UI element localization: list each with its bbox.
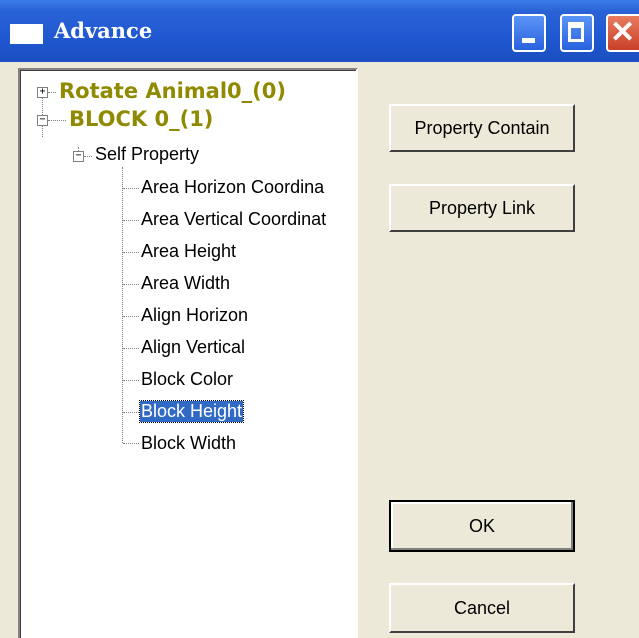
- tree-leaf-area-width[interactable]: Area Width: [141, 273, 230, 294]
- property-link-button[interactable]: Property Link: [389, 184, 575, 232]
- tree-leaf-block-width[interactable]: Block Width: [141, 433, 236, 454]
- tree-connector: [123, 220, 139, 221]
- property-contain-button[interactable]: Property Contain: [389, 104, 575, 152]
- tree-connector: [123, 348, 139, 349]
- tree-connector: [123, 316, 139, 317]
- maximize-icon: [568, 22, 584, 42]
- minimize-button[interactable]: [512, 14, 546, 52]
- tree-connector: [48, 92, 56, 93]
- collapse-icon[interactable]: −: [73, 151, 84, 162]
- window-title: Advance: [54, 18, 153, 43]
- tree-connector: [123, 443, 139, 444]
- tree-connector: [122, 167, 123, 443]
- title-bar[interactable]: Advance ✕: [0, 0, 639, 62]
- property-tree[interactable]: + Rotate Animal0_(0) − BLOCK 0_(1) − Sel…: [18, 68, 358, 638]
- ok-button[interactable]: OK: [389, 500, 575, 552]
- tree-root-rotate-animal[interactable]: Rotate Animal0_(0): [59, 79, 286, 103]
- tree-leaf-area-vertical-coordinate[interactable]: Area Vertical Coordinat: [141, 209, 326, 230]
- close-icon: ✕: [610, 16, 636, 49]
- tree-leaf-align-horizon[interactable]: Align Horizon: [141, 305, 248, 326]
- tree-connector: [123, 188, 139, 189]
- tree-leaf-area-horizon-coordinate[interactable]: Area Horizon Coordina: [141, 177, 324, 198]
- tree-leaf-area-height[interactable]: Area Height: [141, 241, 236, 262]
- tree-connector: [84, 156, 92, 157]
- minimize-icon: [522, 38, 535, 43]
- tree-connector: [123, 252, 139, 253]
- close-button[interactable]: ✕: [606, 14, 639, 52]
- tree-leaf-block-height[interactable]: Block Height: [138, 400, 245, 423]
- tree-root-block[interactable]: BLOCK 0_(1): [69, 107, 213, 131]
- property-link-label: Property Link: [428, 198, 536, 218]
- collapse-icon[interactable]: −: [37, 115, 48, 126]
- tree-leaf-block-color[interactable]: Block Color: [141, 369, 233, 390]
- cancel-label: Cancel: [453, 598, 511, 618]
- tree-connector: [123, 412, 139, 413]
- expand-icon[interactable]: +: [37, 87, 48, 98]
- tree-connector: [48, 120, 66, 121]
- tree-leaf-align-vertical[interactable]: Align Vertical: [141, 337, 245, 358]
- maximize-button[interactable]: [560, 14, 594, 52]
- property-contain-label: Property Contain: [414, 118, 550, 138]
- tree-connector: [123, 284, 139, 285]
- cancel-button[interactable]: Cancel: [389, 583, 575, 633]
- window-icon: [10, 24, 43, 44]
- tree-connector: [123, 380, 139, 381]
- ok-label: OK: [468, 516, 495, 536]
- tree-group-self-property[interactable]: Self Property: [95, 144, 199, 165]
